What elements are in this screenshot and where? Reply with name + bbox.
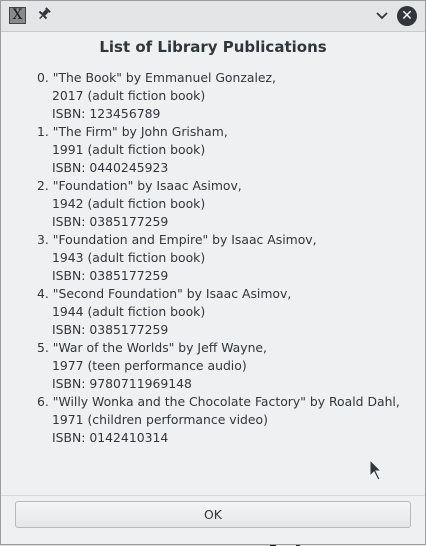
publication-year-line: 1991 (adult fiction book) <box>52 142 206 157</box>
publication-year-line: 1971 (children performance video) <box>52 412 268 427</box>
mouse-cursor-icon <box>369 458 383 481</box>
publication-isbn-line: ISBN: 9780711969148 <box>52 376 192 391</box>
publications-dialog: X ✕ List of Library Publications 0. "The… <box>0 0 426 545</box>
list-item: 6. "Willy Wonka and the Chocolate Factor… <box>37 393 400 447</box>
list-item: 3. "Foundation and Empire" by Isaac Asim… <box>37 231 400 285</box>
pin-icon[interactable] <box>30 2 55 27</box>
publication-title-line: 5. "War of the Worlds" by Jeff Wayne, <box>37 340 267 355</box>
publication-list: 0. "The Book" by Emmanuel Gonzalez, 2017… <box>37 69 400 447</box>
ok-button[interactable]: OK <box>15 501 411 528</box>
publication-isbn-line: ISBN: 123456789 <box>52 106 161 121</box>
chevron-down-icon[interactable] <box>373 8 391 24</box>
publication-title-line: 3. "Foundation and Empire" by Isaac Asim… <box>37 232 317 247</box>
publication-year-line: 1977 (teen performance audio) <box>52 358 247 373</box>
publication-year-line: 1943 (adult fiction book) <box>52 250 206 265</box>
list-item: 5. "War of the Worlds" by Jeff Wayne, 19… <box>37 339 400 393</box>
list-item: 1. "The Firm" by John Grisham, 1991 (adu… <box>37 123 400 177</box>
title-bar[interactable]: X ✕ <box>1 1 425 32</box>
publication-title-line: 0. "The Book" by Emmanuel Gonzalez, <box>37 70 276 85</box>
publication-title-line: 4. "Second Foundation" by Isaac Asimov, <box>37 286 292 301</box>
list-item: 0. "The Book" by Emmanuel Gonzalez, 2017… <box>37 69 400 123</box>
list-item: 2. "Foundation" by Isaac Asimov, 1942 (a… <box>37 177 400 231</box>
publication-isbn-line: ISBN: 0385177259 <box>52 214 169 229</box>
publication-year-line: 2017 (adult fiction book) <box>52 88 206 103</box>
publication-title-line: 1. "The Firm" by John Grisham, <box>37 124 228 139</box>
publication-isbn-line: ISBN: 0142410314 <box>52 430 169 445</box>
app-icon: X <box>9 7 26 24</box>
dialog-heading: List of Library Publications <box>99 38 327 56</box>
publication-year-line: 1942 (adult fiction book) <box>52 196 206 211</box>
close-icon[interactable]: ✕ <box>397 6 417 26</box>
pin-icon-graphic <box>38 7 51 20</box>
publication-isbn-line: ISBN: 0385177259 <box>52 322 169 337</box>
list-item: 4. "Second Foundation" by Isaac Asimov, … <box>37 285 400 339</box>
publication-year-line: 1944 (adult fiction book) <box>52 304 206 319</box>
footer-divider <box>1 495 425 496</box>
publication-isbn-line: ISBN: 0440245923 <box>52 160 169 175</box>
publication-title-line: 6. "Willy Wonka and the Chocolate Factor… <box>37 394 400 409</box>
publication-title-line: 2. "Foundation" by Isaac Asimov, <box>37 178 242 193</box>
publication-isbn-line: ISBN: 0385177259 <box>52 268 169 283</box>
